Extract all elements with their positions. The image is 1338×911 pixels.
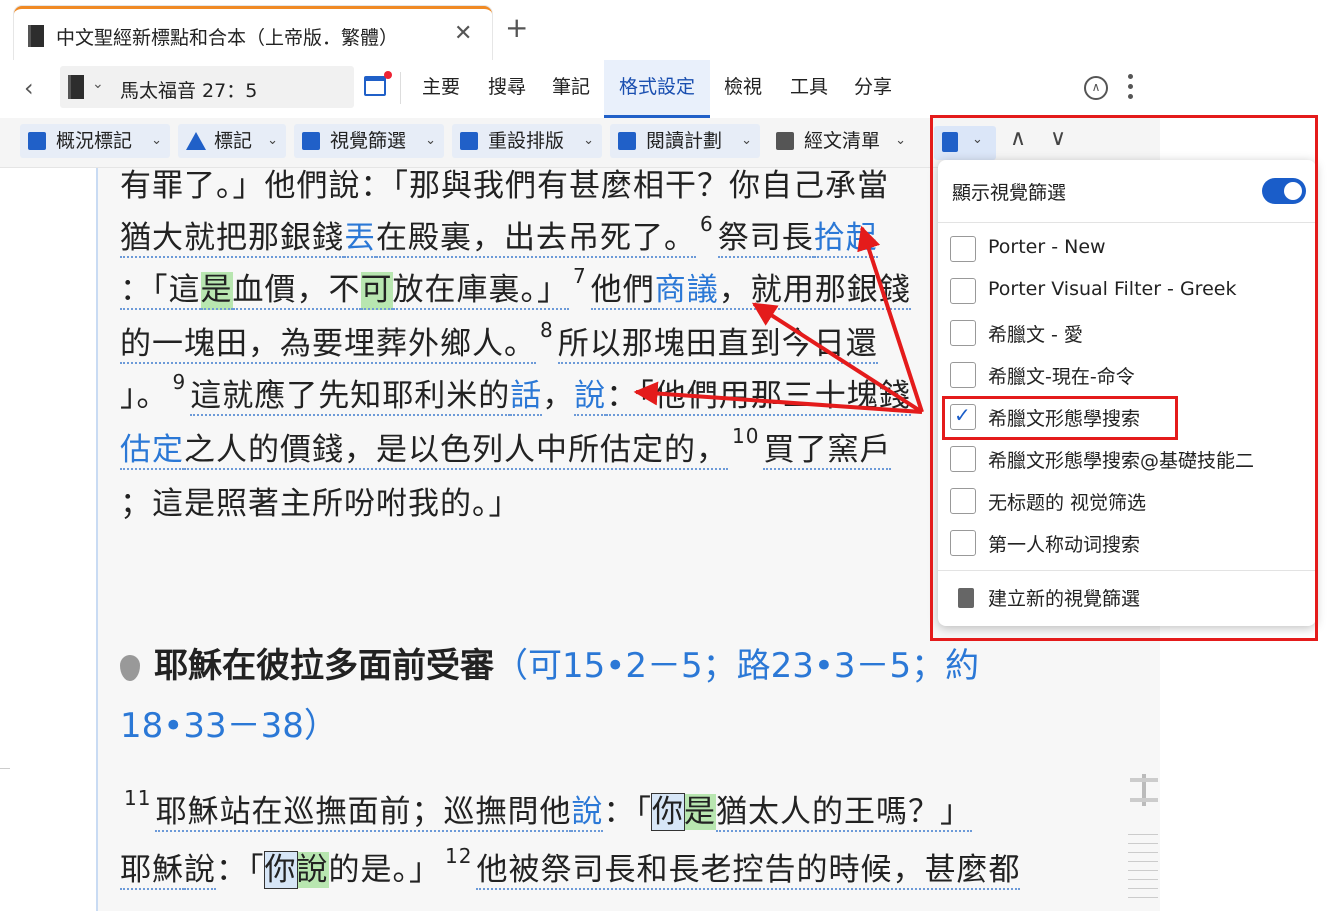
chevron-down-icon: ⌄ (895, 133, 906, 148)
collapse-up-icon[interactable]: ∧ (1084, 76, 1108, 100)
verse-line: 的一塊田，為要埋葬外鄉人。 8 所以那塊田直到今日還 (120, 318, 878, 364)
verse-line: 11 耶穌站在巡撫面前；巡撫問他說：「你是猶太人的王嗎？」 (124, 786, 972, 832)
chevron-down-icon: ⌄ (583, 133, 594, 148)
menu-notes[interactable]: 筆記 (540, 60, 602, 118)
verse-line: ：「這是血價，不可放在庫裏。」 7 他們商議，就用那銀錢 (120, 264, 911, 310)
passage-list-button[interactable]: 經文清單 ⌄ (768, 124, 914, 158)
filter-grid-icon (302, 132, 320, 150)
checkbox-icon (28, 132, 46, 150)
book-icon (28, 25, 44, 47)
verse-line: 有罪了。」他們說：「那與我們有甚麼相干？你自己承當 (120, 168, 889, 204)
chevron-down-icon[interactable]: ⌄ (92, 76, 104, 92)
menu-view[interactable]: 檢視 (712, 60, 774, 118)
section-heading: 耶穌在彼拉多面前受審（可15•2－5；路23•3－5；約 (120, 638, 979, 687)
annotation-highlight-box (942, 396, 1178, 440)
menu-share[interactable]: 分享 (842, 60, 904, 118)
verse-line: 」。 9 這就應了先知耶利米的話，說：「他們用那三十塊錢 (120, 370, 911, 416)
nav-bar: ‹ ⌄ 馬太福音 27：5 主要 搜尋 筆記 格式設定 檢視 工具 分享 ∧ (0, 60, 1160, 118)
reference-box[interactable]: ⌄ 馬太福音 27：5 (60, 66, 354, 108)
tab-strip: 中文聖經新標點和合本（上帝版．繁體） ✕ + (0, 0, 1338, 60)
overview-markup-button[interactable]: 概況標記 ⌄ (20, 124, 170, 158)
verse-line: 猶大就把那銀錢丟在殿裏，出去吊死了。 6 祭司長拾起 (120, 212, 878, 258)
verse-line: ；這是照著主所吩咐我的。」 (120, 486, 521, 522)
markup-button[interactable]: 標記 ⌄ (178, 124, 286, 158)
annotation-frame (930, 115, 1318, 641)
menu-main[interactable]: 主要 (410, 60, 472, 118)
triangle-icon (186, 132, 206, 150)
location-pin-icon (120, 654, 140, 681)
tab-title: 中文聖經新標點和合本（上帝版．繁體） (56, 27, 399, 49)
cross-reference-link[interactable]: （可15•2－5；路23•3－5；約 (494, 646, 979, 686)
back-icon[interactable]: ‹ (24, 74, 34, 102)
verse-line: 耶穌說：「你說的是。」 12 他被祭司長和長老控告的時候，甚麼都 (120, 844, 1021, 890)
menu-search[interactable]: 搜尋 (476, 60, 538, 118)
menu-format[interactable]: 格式設定 (604, 60, 710, 118)
cross-reference-link[interactable]: 18•33－38） (120, 698, 338, 747)
left-pane (0, 168, 96, 911)
verse-line: 估定之人的價錢，是以色列人中所估定的， 10 買了窯戶 (120, 424, 892, 470)
chevron-down-icon: ⌄ (267, 133, 278, 148)
more-options-icon[interactable] (1128, 74, 1134, 102)
chevron-down-icon: ⌄ (151, 133, 162, 148)
menu-tools[interactable]: 工具 (778, 60, 840, 118)
calendar-icon (618, 132, 636, 150)
close-tab-icon[interactable]: ✕ (454, 21, 472, 46)
chevron-down-icon: ⌄ (425, 133, 436, 148)
scroll-handle[interactable] (1130, 774, 1158, 806)
calendar-icon[interactable] (364, 71, 392, 96)
resize-grip[interactable] (1128, 834, 1158, 906)
list-icon (776, 132, 794, 150)
reading-plan-button[interactable]: 閱讀計劃 ⌄ (610, 124, 760, 158)
divider (0, 768, 10, 769)
book-icon (68, 75, 84, 99)
divider (400, 72, 401, 104)
chevron-down-icon: ⌄ (741, 133, 752, 148)
text-layout-icon (460, 132, 478, 150)
new-tab-button[interactable]: + (505, 14, 528, 42)
document-tab[interactable]: 中文聖經新標點和合本（上帝版．繁體） ✕ (14, 6, 492, 60)
reset-layout-button[interactable]: 重設排版 ⌄ (452, 124, 602, 158)
reference-text[interactable]: 馬太福音 27：5 (120, 76, 257, 103)
visual-filter-button[interactable]: 視覺篩選 ⌄ (294, 124, 444, 158)
